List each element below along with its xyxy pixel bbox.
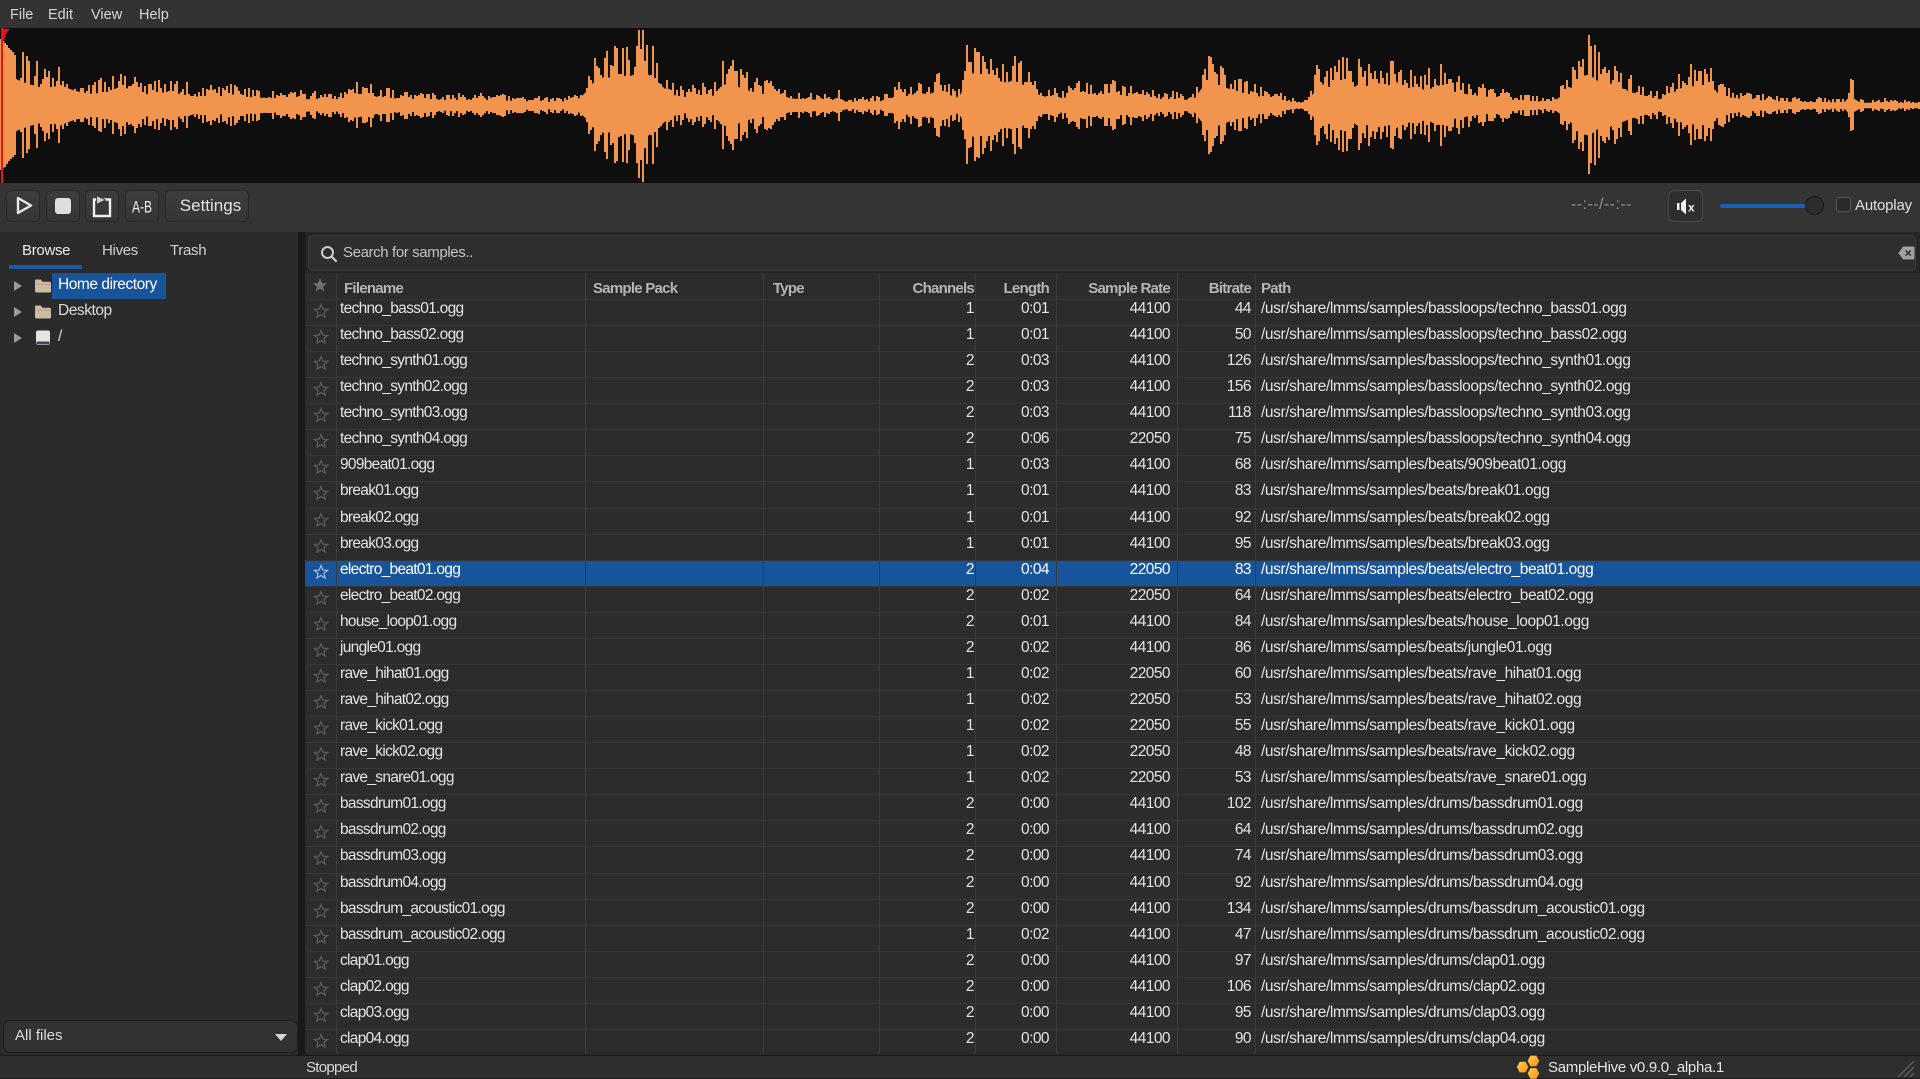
svg-text:x: x xyxy=(1688,200,1695,214)
svg-text:A-B: A-B xyxy=(132,198,152,217)
